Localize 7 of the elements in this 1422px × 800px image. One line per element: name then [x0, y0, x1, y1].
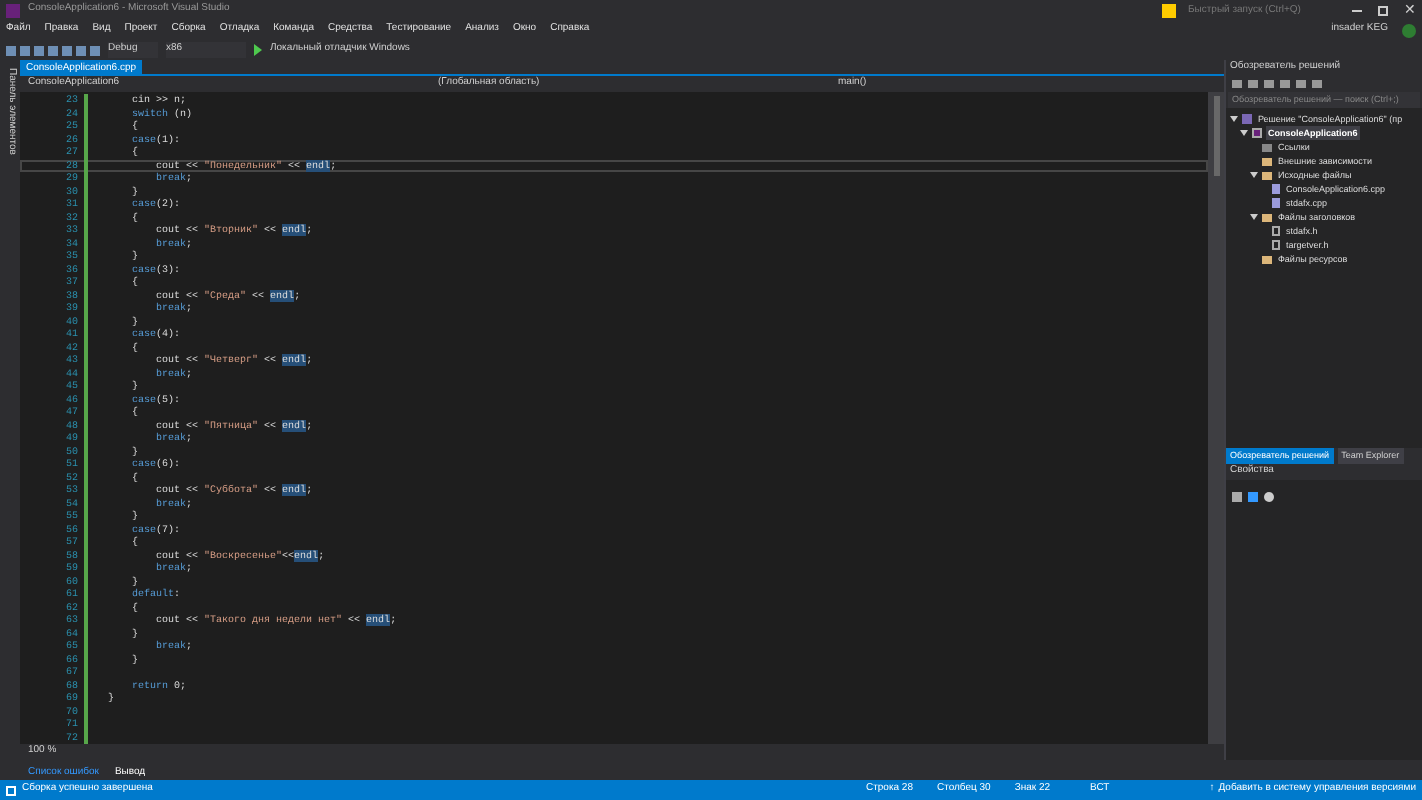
- minimize-icon[interactable]: [1352, 9, 1362, 11]
- maximize-icon[interactable]: [1378, 5, 1388, 15]
- play-icon[interactable]: [254, 44, 262, 56]
- avatar-icon[interactable]: [1402, 23, 1416, 37]
- toolbar-icons-drawing: [6, 45, 100, 55]
- panel-toolbar-icons-drawing: [1232, 80, 1322, 88]
- scrollbar[interactable]: [1208, 92, 1224, 744]
